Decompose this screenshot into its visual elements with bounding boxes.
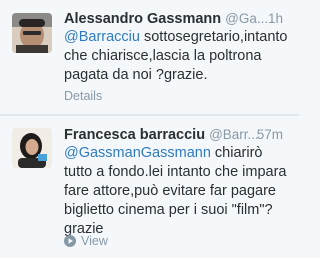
view-label: View xyxy=(81,234,108,248)
tweet[interactable]: Alessandro Gassmann @Ga... 1h @Barracciu … xyxy=(0,0,299,115)
tweet-time[interactable]: 57m xyxy=(257,127,283,142)
tweet-header: Francesca barracciu @Barr... 57m xyxy=(64,126,295,146)
avatar[interactable] xyxy=(12,13,52,53)
avatar[interactable] xyxy=(12,128,52,168)
details-link[interactable]: Details xyxy=(64,89,102,103)
tweet-text: @Barracciu sottosegretario,intanto che c… xyxy=(64,28,294,85)
author-name[interactable]: Francesca barracciu xyxy=(64,127,205,143)
details-label: Details xyxy=(64,89,103,103)
tweet-header: Alessandro Gassmann @Ga... 1h xyxy=(64,10,295,30)
tweet-text: @GassmanGassmann chiarirò tutto a fondo.… xyxy=(64,144,294,239)
author-name[interactable]: Alessandro Gassmann xyxy=(64,11,221,27)
play-icon xyxy=(64,235,76,247)
timeline: Alessandro Gassmann @Ga... 1h @Barracciu … xyxy=(0,0,299,258)
author-handle[interactable]: @Barr... xyxy=(209,127,259,142)
tweet-time[interactable]: 1h xyxy=(268,11,283,26)
tweet[interactable]: Francesca barracciu @Barr... 57m @Gassman… xyxy=(0,116,299,258)
author-handle[interactable]: @Ga... xyxy=(225,11,268,26)
mention-link[interactable]: @GassmanGassmann xyxy=(64,145,211,161)
mention-link[interactable]: @Barracciu xyxy=(64,29,140,45)
view-link[interactable]: View xyxy=(64,234,108,248)
